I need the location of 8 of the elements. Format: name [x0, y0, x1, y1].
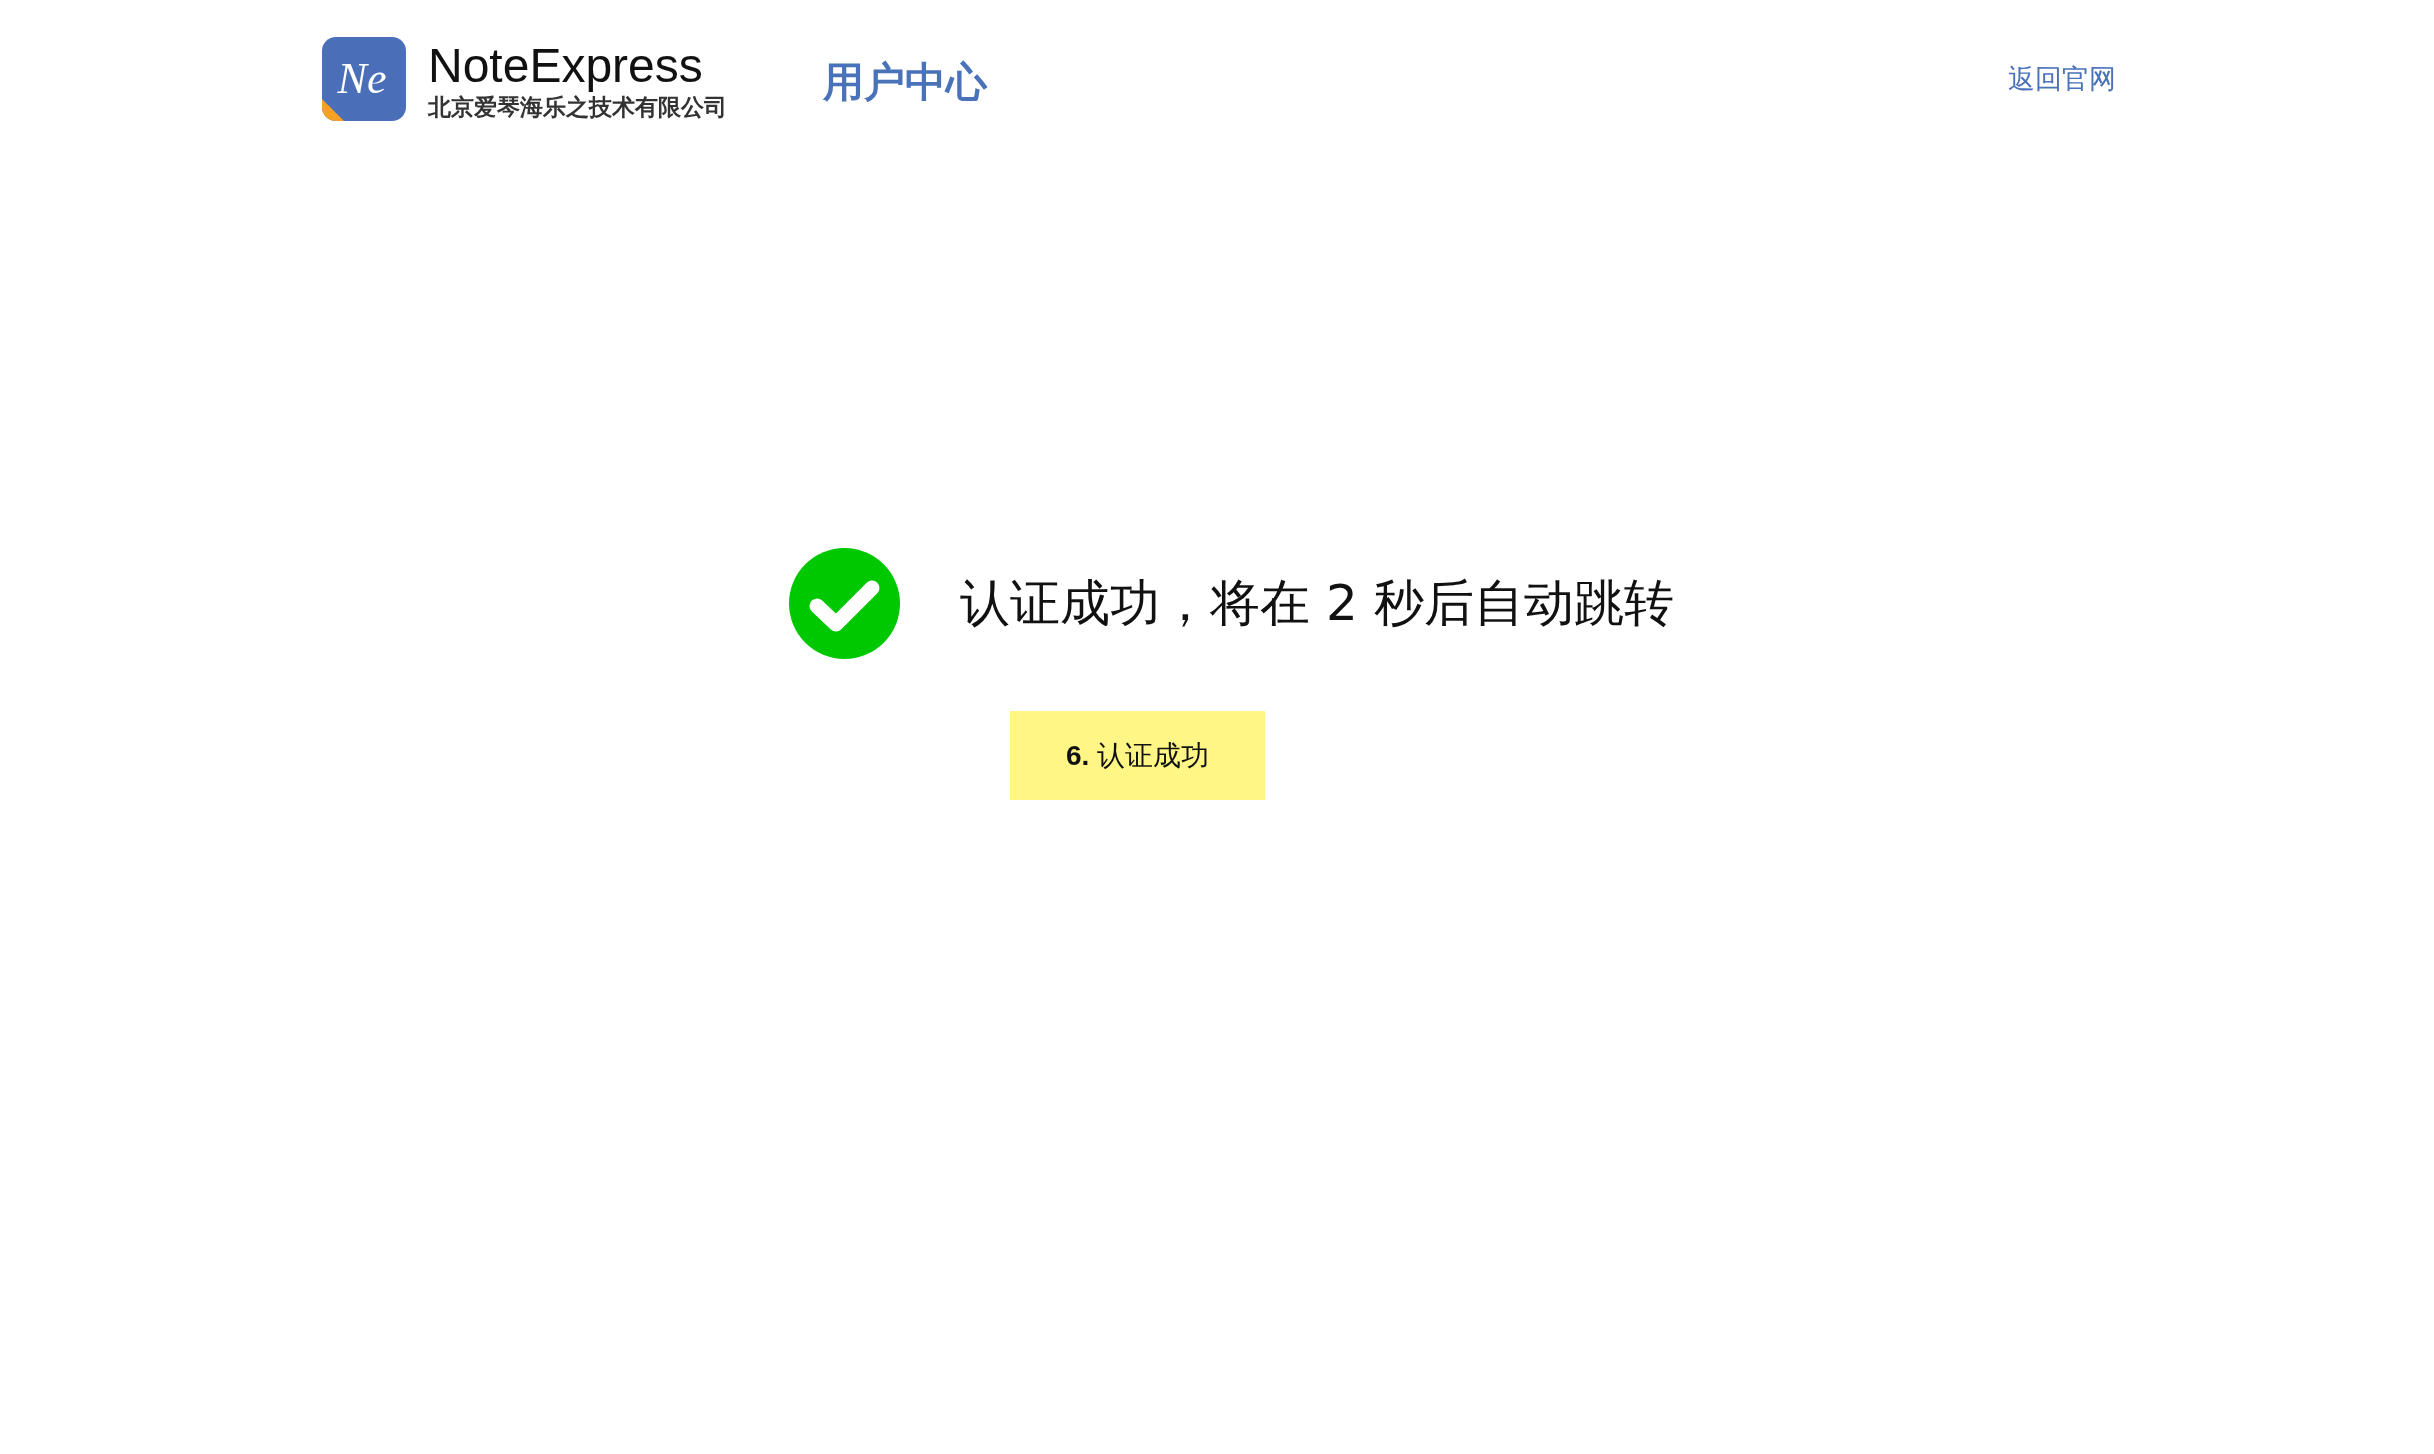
check-circle-icon	[789, 548, 900, 659]
back-link[interactable]: 返回官网	[2008, 61, 2116, 97]
company-name: 北京爱琴海乐之技术有限公司	[428, 94, 727, 120]
brand-name: NoteExpress	[428, 38, 727, 94]
page-title: 用户中心	[823, 56, 987, 108]
logo-icon: Ne	[322, 37, 406, 121]
status-message: 认证成功，将在 2 秒后自动跳转	[960, 573, 1674, 634]
sticky-note: 6. 认证成功	[1065, 738, 1210, 773]
